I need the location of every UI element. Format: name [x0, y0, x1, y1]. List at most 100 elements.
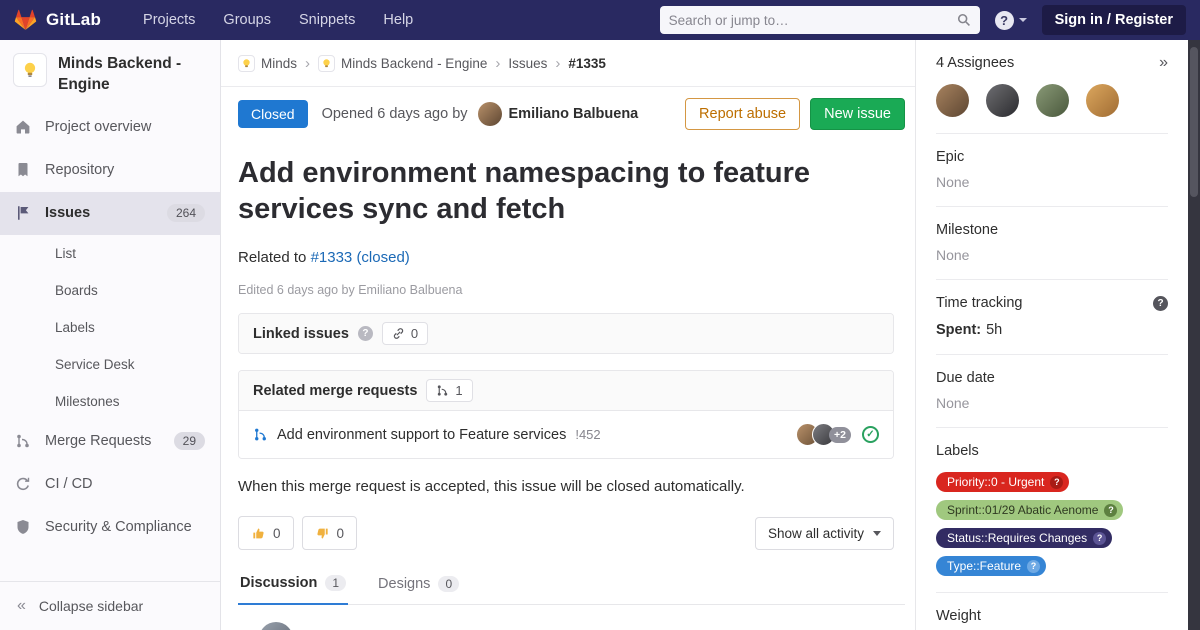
status-badge: Closed [238, 100, 308, 128]
activity-filter-dropdown[interactable]: Show all activity [755, 517, 894, 550]
help-icon[interactable]: ? [358, 326, 373, 341]
nav-item-help[interactable]: Help [369, 3, 427, 37]
breadcrumb: Minds › Minds Backend - Engine › Issues … [221, 40, 915, 87]
collapse-sidebar-label: Collapse sidebar [39, 598, 143, 614]
collapse-left-icon: « [17, 597, 26, 615]
nav-menu: Projects Groups Snippets Help [129, 3, 427, 37]
merge-requests-count-badge: 29 [174, 432, 205, 450]
linked-issues-count: 0 [382, 322, 428, 345]
due-date-value: None [936, 395, 1168, 411]
avatar[interactable] [936, 84, 969, 117]
tab-label: Discussion [240, 575, 317, 591]
project-avatar [13, 53, 47, 87]
scoped-label-help-icon: ? [1027, 560, 1040, 573]
sidebar-item-label: Security & Compliance [45, 519, 192, 535]
avatar[interactable] [986, 84, 1019, 117]
nav-item-projects[interactable]: Projects [129, 3, 209, 37]
milestone-title: Milestone [936, 222, 1168, 238]
help-dropdown[interactable]: ? [995, 11, 1027, 30]
sidebar-subitem-milestones[interactable]: Milestones [0, 383, 220, 420]
scoped-label-help-icon: ? [1093, 532, 1106, 545]
thumbs-down-icon [315, 526, 330, 541]
sidebar-item-label: Project overview [45, 119, 151, 135]
sidebar-item-label: Merge Requests [45, 433, 151, 449]
sidebar-item-merge-requests[interactable]: Merge Requests 29 [0, 420, 220, 463]
linked-issues-header: Linked issues ? 0 [239, 314, 893, 353]
sidebar-item-label: Issues [45, 205, 90, 221]
breadcrumb-group-minds[interactable]: Minds [238, 55, 297, 72]
sidebar-item-issues[interactable]: Issues 264 [0, 192, 220, 235]
breadcrumb-label: Minds Backend - Engine [341, 56, 487, 71]
chevron-down-icon [1019, 18, 1027, 22]
help-icon[interactable]: ? [1153, 296, 1168, 311]
new-issue-button[interactable]: New issue [810, 98, 905, 130]
collapse-sidebar-button[interactable]: « Collapse sidebar [0, 581, 220, 630]
tab-discussion[interactable]: Discussion 1 [238, 575, 348, 605]
related-mrs-title: Related merge requests [253, 383, 417, 399]
gitlab-home-link[interactable]: GitLab [14, 9, 101, 31]
shield-icon [15, 519, 32, 536]
sidebar-item-ci-cd[interactable]: CI / CD [0, 463, 220, 506]
thumbs-up-icon [251, 526, 266, 541]
related-mrs-card: Related merge requests 1 Add environment… [238, 370, 894, 459]
breadcrumb-label: Minds [261, 56, 297, 71]
issue-tabs: Discussion 1 Designs 0 [238, 575, 905, 605]
tab-designs[interactable]: Designs 0 [376, 575, 461, 604]
sidebar-item-security-compliance[interactable]: Security & Compliance [0, 506, 220, 549]
breadcrumb-project[interactable]: Minds Backend - Engine [318, 55, 487, 72]
milestone-value: None [936, 247, 1168, 263]
thumbs-down-count: 0 [337, 526, 345, 541]
sidebar-subitem-labels[interactable]: Labels [0, 309, 220, 346]
scrollbar-thumb[interactable] [1190, 47, 1198, 197]
opened-text: Opened 6 days ago by [322, 106, 468, 122]
issue-page: Closed Opened 6 days ago by Emiliano Bal… [221, 87, 915, 605]
nav-item-groups[interactable]: Groups [209, 3, 285, 37]
sidebar-item-label: CI / CD [45, 476, 93, 492]
author-avatar[interactable] [478, 102, 502, 126]
issue-status-row: Closed Opened 6 days ago by Emiliano Bal… [238, 98, 905, 130]
weight-title: Weight [936, 608, 1168, 624]
label-pill[interactable]: Status::Requires Changes ? [936, 528, 1112, 548]
issues-icon [15, 205, 32, 222]
brand-name: GitLab [46, 10, 101, 30]
sign-in-register-button[interactable]: Sign in / Register [1042, 5, 1186, 35]
linked-issues-title: Linked issues [253, 326, 349, 342]
spent-value: 5h [986, 322, 1002, 338]
search-input[interactable] [669, 13, 957, 28]
author-name[interactable]: Emiliano Balbuena [509, 106, 639, 122]
thumbs-up-count: 0 [273, 526, 281, 541]
avatar[interactable] [1036, 84, 1069, 117]
auto-close-note: When this merge request is accepted, thi… [238, 478, 905, 495]
navbar-right: ? Sign in / Register [660, 5, 1186, 35]
label-pill[interactable]: Type::Feature ? [936, 556, 1046, 576]
time-spent-line: Spent:5h [936, 322, 1168, 338]
related-mrs-header: Related merge requests 1 [239, 371, 893, 411]
sidebar-subitem-service-desk[interactable]: Service Desk [0, 346, 220, 383]
awards-row: 0 0 Show all activity [238, 516, 894, 550]
label-pill[interactable]: Priority::0 - Urgent ? [936, 472, 1069, 492]
weight-section: Weight 2 [936, 593, 1168, 630]
report-abuse-button[interactable]: Report abuse [685, 98, 800, 130]
thumbs-down-button[interactable]: 0 [302, 516, 358, 550]
avatar[interactable] [1086, 84, 1119, 117]
sidebar-subitem-list[interactable]: List [0, 235, 220, 272]
sidebar-item-repository[interactable]: Repository [0, 149, 220, 192]
mr-reference: !452 [575, 427, 600, 442]
related-issue-link[interactable]: #1333 (closed) [311, 249, 410, 266]
sidebar-subitem-boards[interactable]: Boards [0, 272, 220, 309]
global-search [660, 6, 980, 34]
label-pill[interactable]: Sprint::01/29 Abatic Aenome ? [936, 500, 1123, 520]
issue-actions: Report abuse New issue [685, 98, 905, 130]
mr-title-link[interactable]: Add environment support to Feature servi… [277, 427, 566, 443]
issue-title: Add environment namespacing to feature s… [238, 156, 848, 227]
thumbs-up-button[interactable]: 0 [238, 516, 294, 550]
issue-right-sidebar: 4 Assignees » Epic None Milestone None T… [915, 40, 1188, 630]
sidebar-item-project-overview[interactable]: Project overview [0, 106, 220, 149]
chevron-right-icon: › [555, 55, 560, 72]
nav-item-snippets[interactable]: Snippets [285, 3, 369, 37]
project-header[interactable]: Minds Backend - Engine [0, 40, 220, 106]
extra-assignees-badge: +2 [829, 427, 851, 443]
breadcrumb-issues[interactable]: Issues [508, 56, 547, 71]
collapse-panel-icon[interactable]: » [1159, 55, 1168, 71]
page-scrollbar [1188, 40, 1200, 630]
